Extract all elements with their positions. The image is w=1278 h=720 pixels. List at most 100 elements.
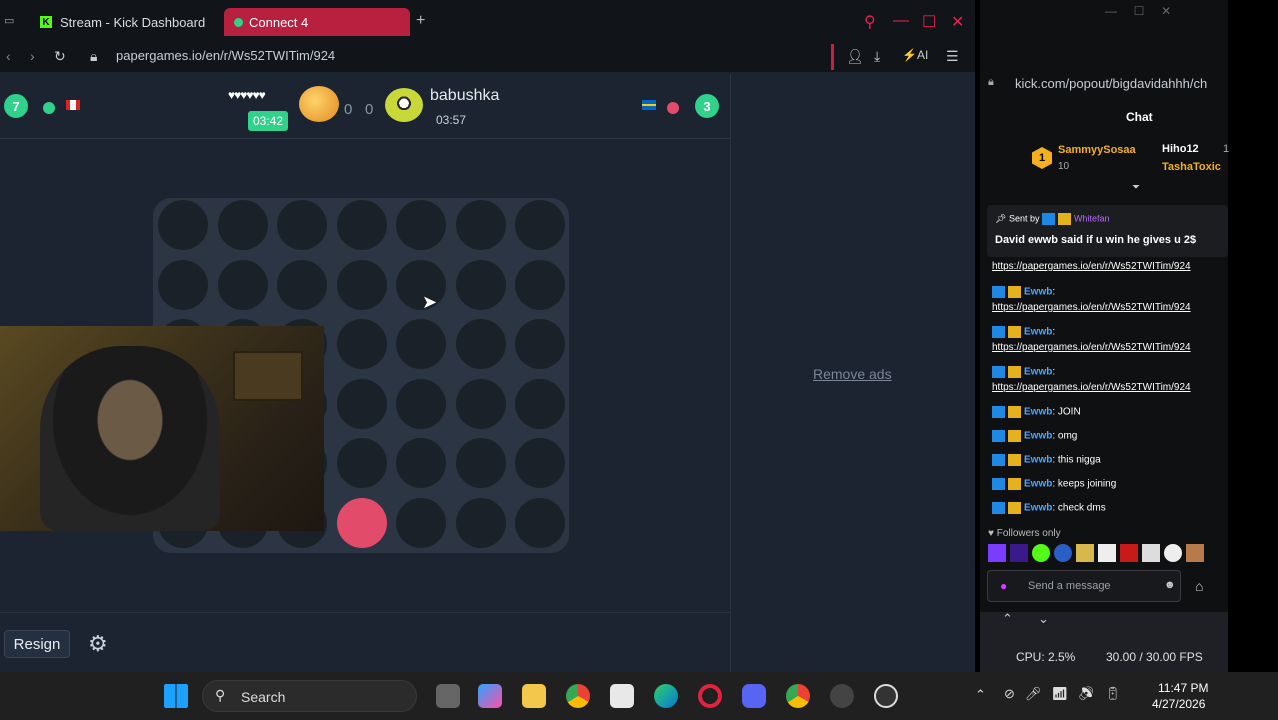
tab-connect-4[interactable]: Connect 4 [224,8,410,36]
back-icon[interactable]: ‹ [6,48,11,64]
board-cell[interactable] [396,200,446,250]
pinned-sender[interactable]: Whitefan [1074,213,1110,223]
board-cell[interactable] [515,319,565,369]
close-icon[interactable]: ✕ [951,12,964,32]
chat-username[interactable]: Ewwb [1024,479,1052,490]
resign-button[interactable]: Resign [4,630,70,658]
board-cell[interactable] [515,259,565,310]
store-icon[interactable] [610,684,634,708]
clock-time[interactable]: 11:47 PM [1158,681,1208,695]
board-cell[interactable] [455,497,506,548]
chevron-down-icon[interactable]: ⌄ [1038,611,1049,627]
chat-input[interactable]: ● Send a message ☻ [987,570,1181,602]
side-user-1[interactable]: Hiho12 [1162,143,1199,155]
chat-link[interactable]: https://papergames.io/en/r/Ws52TWITim/92… [992,261,1191,272]
board-cell[interactable] [217,259,268,310]
board-cell[interactable] [396,497,446,548]
emote-icon[interactable] [988,544,1006,562]
chat-username[interactable]: Ewwb [1024,503,1052,514]
board-cell[interactable] [277,200,327,250]
chat-username[interactable]: Ewwb [1024,431,1052,442]
chevron-up-icon[interactable]: ⌃ [1002,611,1013,627]
board-cell[interactable] [336,259,387,310]
board-cell[interactable] [336,438,387,488]
chat-username[interactable]: Ewwb [1024,327,1052,338]
chat-username[interactable]: Ewwb [1024,287,1052,298]
board-cell[interactable] [277,259,327,310]
board-cell[interactable] [455,259,506,310]
chrome-icon[interactable] [566,684,590,708]
emote-icon[interactable] [1032,544,1050,562]
clock-date[interactable]: 4/27/2026 [1152,697,1205,711]
copilot-icon[interactable] [478,684,502,708]
board-cell[interactable] [396,259,446,310]
file-explorer-icon[interactable] [522,684,546,708]
tray-chevron-up-icon[interactable]: ⌃ [975,687,986,703]
chrome-profile-icon[interactable] [786,684,810,708]
emote-icon[interactable] [1098,544,1116,562]
board-cell[interactable] [515,438,565,488]
chat-username[interactable]: Ewwb [1024,455,1052,466]
board-cell[interactable] [515,378,565,429]
maximize-icon[interactable]: ☐ [922,12,936,32]
top-gifter-name[interactable]: SammyySosaa [1058,144,1136,156]
windows-start-icon[interactable] [164,684,188,708]
reload-icon[interactable]: ↻ [54,48,66,65]
board-cell[interactable] [515,200,565,250]
media-player-icon[interactable] [830,684,854,708]
chat-username[interactable]: Ewwb [1024,367,1052,378]
board-cell[interactable] [396,378,446,429]
tab-kick-dashboard[interactable]: K Stream - Kick Dashboard [30,8,220,36]
menu-icon[interactable]: ☰ [946,48,959,65]
emote-icon[interactable] [1054,544,1072,562]
board-cell[interactable] [336,319,387,369]
board-cell[interactable] [455,319,506,369]
forward-icon[interactable]: › [30,48,35,64]
emote-icon[interactable] [1120,544,1138,562]
edge-icon[interactable] [654,684,678,708]
emote-icon[interactable] [1010,544,1028,562]
settings-gear-icon[interactable]: ⚙ [88,631,108,657]
emote-icon[interactable] [1164,544,1182,562]
board-cell[interactable] [515,497,565,548]
chat-url[interactable]: kick.com/popout/bigdavidahhh/ch [1015,76,1228,91]
mic-icon[interactable]: ● [1000,579,1007,593]
chat-link[interactable]: https://papergames.io/en/r/Ws52TWITim/92… [992,342,1191,353]
side-user-2[interactable]: TashaToxic [1162,161,1221,173]
red-piece[interactable] [336,497,387,548]
download-icon[interactable]: ⤓ [874,48,880,65]
address-bar: ‹ › ↻ 🔒︎ papergames.io/en/r/Ws52TWITim/9… [0,42,975,72]
emote-icon[interactable] [1076,544,1094,562]
board-cell[interactable] [396,319,446,369]
chat-link[interactable]: https://papergames.io/en/r/Ws52TWITim/92… [992,382,1191,393]
board-cell[interactable] [217,200,268,250]
board-cell[interactable] [455,438,506,488]
tab-search-icon[interactable]: ▭ [4,14,14,27]
new-tab-icon[interactable]: + [416,12,425,30]
pinned-label: Sent by [1008,213,1040,224]
board-cell[interactable] [336,378,387,429]
minimize-icon[interactable]: — [893,12,909,30]
store-icon[interactable]: ⌂ [1195,578,1203,594]
taskbar-search[interactable]: ⚲ Search [202,680,417,712]
profile-icon[interactable]: 👤︎ [846,48,864,65]
obs-icon[interactable] [874,684,898,708]
task-view-icon[interactable] [436,684,460,708]
chat-link[interactable]: https://papergames.io/en/r/Ws52TWITim/92… [992,302,1191,313]
board-cell[interactable] [455,378,506,429]
emote-icon[interactable] [1142,544,1160,562]
board-cell[interactable] [455,200,506,250]
discord-icon[interactable] [742,684,766,708]
search-icon[interactable]: ⚲ [864,12,876,32]
ai-icon[interactable]: ⚡AI [902,48,928,62]
chat-username[interactable]: Ewwb [1024,407,1052,418]
board-cell[interactable] [336,200,387,250]
board-cell[interactable] [396,438,446,488]
url-input[interactable]: papergames.io/en/r/Ws52TWITim/924 [116,48,335,63]
board-cell[interactable] [158,259,208,310]
remove-ads-link[interactable]: Remove ads [813,366,892,382]
emoji-icon[interactable]: ☻ [1164,579,1176,591]
board-cell[interactable] [158,200,208,250]
opera-icon[interactable] [698,684,722,708]
emote-icon[interactable] [1186,544,1204,562]
